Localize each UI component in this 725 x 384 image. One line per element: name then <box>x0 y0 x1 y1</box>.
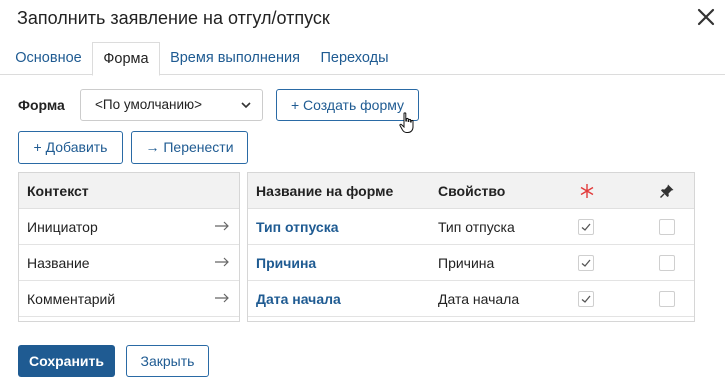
add-button[interactable]: + Добавить <box>18 131 123 164</box>
context-row-label: Название <box>27 255 90 271</box>
dialog-title: Заполнить заявление на отгул/отпуск <box>17 8 330 28</box>
required-checkbox[interactable] <box>578 291 594 307</box>
check-icon <box>581 295 591 303</box>
tab-main[interactable]: Основное <box>7 42 90 75</box>
context-table: Контекст Инициатор Название Комментарий <box>18 172 240 322</box>
context-row[interactable]: Комментарий <box>19 281 239 317</box>
arrow-right-icon[interactable] <box>214 255 230 269</box>
move-label: Перенести <box>163 139 234 155</box>
form-label: Форма <box>18 97 65 113</box>
form-field-name[interactable]: Причина <box>256 255 316 271</box>
add-label: Добавить <box>45 139 108 155</box>
tab-execution-time[interactable]: Время выполнения <box>163 42 307 75</box>
form-field-property: Причина <box>438 255 495 271</box>
arrow-right-icon[interactable] <box>214 291 230 305</box>
plus-icon: + <box>290 97 300 113</box>
context-header: Контекст <box>27 183 89 199</box>
form-field-row[interactable]: Тип отпуска Тип отпуска <box>248 209 694 245</box>
form-select-value: <По умолчанию> <box>95 97 203 112</box>
arrow-right-icon: → <box>145 139 164 155</box>
readonly-checkbox[interactable] <box>659 291 675 307</box>
tab-bar: Основное Форма Время выполнения Переходы <box>0 42 725 76</box>
required-checkbox[interactable] <box>578 219 594 235</box>
context-row[interactable]: Инициатор <box>19 209 239 245</box>
close-icon[interactable] <box>695 6 717 28</box>
context-table-header: Контекст <box>19 173 239 209</box>
plus-icon: + <box>33 139 46 155</box>
context-row-label: Комментарий <box>27 291 116 307</box>
pin-icon <box>660 184 674 198</box>
hand-cursor-icon <box>399 112 414 133</box>
save-button[interactable]: Сохранить <box>18 345 115 377</box>
name-on-form-header: Название на форме <box>256 183 394 199</box>
context-row[interactable]: Название <box>19 245 239 281</box>
form-field-name[interactable]: Дата начала <box>256 291 341 307</box>
check-icon <box>581 223 591 231</box>
tab-form[interactable]: Форма <box>92 42 160 76</box>
form-field-row[interactable]: Дата начала Дата начала <box>248 281 694 317</box>
form-field-property: Дата начала <box>438 291 520 307</box>
form-field-name[interactable]: Тип отпуска <box>256 219 339 235</box>
form-fields-header: Название на форме Свойство <box>248 173 694 209</box>
chevron-down-icon <box>241 102 251 109</box>
readonly-checkbox[interactable] <box>659 219 675 235</box>
close-button[interactable]: Закрыть <box>126 345 209 377</box>
form-field-property: Тип отпуска <box>438 219 515 235</box>
create-form-label: Создать форму <box>303 97 405 113</box>
move-button[interactable]: → Перенести <box>131 131 248 164</box>
form-select[interactable]: <По умолчанию> <box>80 89 263 121</box>
required-checkbox[interactable] <box>578 255 594 271</box>
form-fields-table: Название на форме Свойство Тип отпуска Т… <box>247 172 695 322</box>
context-row-label: Инициатор <box>27 219 98 235</box>
readonly-checkbox[interactable] <box>659 255 675 271</box>
property-header: Свойство <box>438 183 506 199</box>
asterisk-icon <box>580 184 594 198</box>
form-field-row[interactable]: Причина Причина <box>248 245 694 281</box>
arrow-right-icon[interactable] <box>214 219 230 233</box>
tab-transitions[interactable]: Переходы <box>311 42 398 75</box>
check-icon <box>581 259 591 267</box>
